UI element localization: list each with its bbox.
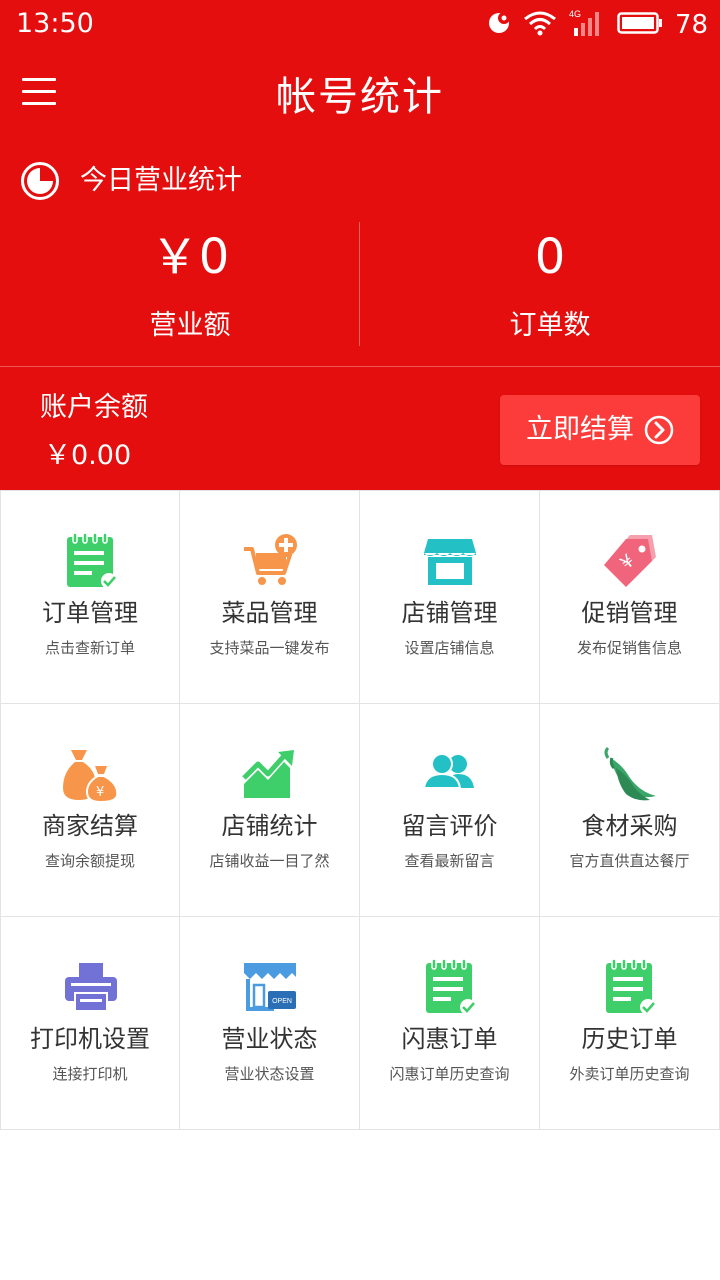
- grid-item-subtitle: 营业状态设置: [224, 1065, 315, 1083]
- revenue-label: 营业额: [149, 310, 231, 341]
- grid-item-title: 留言评价: [401, 812, 498, 840]
- users-icon: [422, 753, 474, 789]
- storefront-icon: [424, 539, 476, 585]
- grid-item-title: 打印机设置: [30, 1025, 150, 1053]
- printer-icon: [65, 963, 117, 1012]
- settle-button-label: 立即结算: [526, 414, 634, 445]
- grid-item-title: 订单管理: [42, 599, 138, 627]
- grid-item-subtitle: 设置店铺信息: [404, 639, 495, 657]
- shop-open-icon: OPEN: [244, 963, 296, 1011]
- grid-item-title: 历史订单: [581, 1025, 678, 1053]
- revenue-value: ￥0: [150, 229, 230, 285]
- grid-item-subtitle: 发布促销售信息: [576, 639, 682, 657]
- grid-item-title: 商家结算: [42, 812, 138, 840]
- grid-item-subtitle: 闪惠订单历史查询: [389, 1065, 510, 1083]
- grid-item-merchant-settlement[interactable]: ¥ 商家结算 查询余额提现: [0, 704, 180, 917]
- today-stats-label: 今日营业统计: [80, 165, 242, 196]
- grid-item-subtitle: 外卖订单历史查询: [569, 1065, 690, 1083]
- grid-item-flash-orders[interactable]: 闪惠订单 闪惠订单历史查询: [360, 917, 540, 1130]
- today-stats-heading: 今日营业统计: [20, 158, 242, 204]
- order-list-icon: [426, 958, 476, 1015]
- grid-item-subtitle: 连接打印机: [52, 1065, 128, 1083]
- stat-divider: [359, 222, 360, 346]
- grid-item-title: 营业状态: [221, 1025, 318, 1053]
- signal-icon: 4G: [569, 8, 605, 42]
- grid-item-title: 店铺统计: [221, 812, 318, 840]
- section-divider: [0, 366, 720, 367]
- grid-item-title: 食材采购: [581, 812, 678, 840]
- order-list-icon: [67, 532, 117, 589]
- grid-item-title: 闪惠订单: [401, 1025, 498, 1053]
- orders-label: 订单数: [509, 310, 591, 341]
- network-type-label: 4G: [569, 9, 581, 19]
- orders-value: 0: [534, 229, 566, 285]
- grid-item-subtitle: 店铺收益一目了然: [209, 852, 330, 870]
- function-grid: 订单管理 点击查新订单 菜品管理 支持菜品一键发布 店铺管理 设置店铺信息 ¥ …: [0, 490, 720, 1130]
- settle-now-button[interactable]: 立即结算: [500, 395, 700, 465]
- svg-text:¥: ¥: [96, 785, 104, 800]
- grid-item-subtitle: 支持菜品一键发布: [209, 639, 330, 657]
- grid-item-shop-management[interactable]: 店铺管理 设置店铺信息: [360, 491, 540, 704]
- grid-item-history-orders[interactable]: 历史订单 外卖订单历史查询: [540, 917, 720, 1130]
- grid-item-business-status[interactable]: OPEN 营业状态 营业状态设置: [180, 917, 360, 1130]
- page-title: 帐号统计: [276, 74, 444, 120]
- grid-item-printer-settings[interactable]: 打印机设置 连接打印机: [0, 917, 180, 1130]
- do-not-disturb-icon: [487, 11, 511, 39]
- status-icons: 4G 78: [487, 6, 708, 44]
- money-bag-icon: ¥: [63, 750, 119, 804]
- balance-value: ￥0.00: [44, 440, 132, 471]
- trend-chart-icon: [242, 750, 294, 798]
- balance-label: 账户余额: [40, 392, 148, 423]
- app-header: 帐号统计: [0, 50, 720, 146]
- grid-item-order-management[interactable]: 订单管理 点击查新订单: [0, 491, 180, 704]
- pie-chart-icon: [21, 162, 59, 200]
- wifi-icon: [523, 10, 557, 40]
- grid-item-ingredient-purchase[interactable]: 食材采购 官方直供直达餐厅: [540, 704, 720, 917]
- cart-add-icon: [244, 534, 297, 585]
- status-bar: 13:50 4G 78: [0, 0, 720, 50]
- grid-item-promotion-management[interactable]: ¥ 促销管理 发布促销售信息: [540, 491, 720, 704]
- status-time: 13:50: [16, 8, 94, 39]
- grid-item-subtitle: 点击查新订单: [44, 639, 135, 657]
- orders-stat: 0 订单数: [370, 222, 720, 346]
- grid-item-title: 店铺管理: [401, 599, 498, 627]
- grid-item-subtitle: 查看最新留言: [404, 852, 495, 870]
- svg-text:OPEN: OPEN: [272, 998, 292, 1005]
- chili-pepper-icon: [604, 746, 656, 801]
- grid-item-title: 菜品管理: [221, 599, 318, 627]
- revenue-stat: ￥0 营业额: [10, 222, 370, 346]
- grid-item-shop-statistics[interactable]: 店铺统计 店铺收益一目了然: [180, 704, 360, 917]
- order-list-icon: [606, 958, 656, 1015]
- battery-icon: [617, 11, 663, 39]
- grid-item-subtitle: 查询余额提现: [44, 852, 135, 870]
- grid-item-dish-management[interactable]: 菜品管理 支持菜品一键发布: [180, 491, 360, 704]
- price-tag-icon: ¥: [604, 535, 656, 587]
- grid-item-subtitle: 官方直供直达餐厅: [569, 852, 690, 870]
- battery-level: 78: [674, 10, 708, 40]
- chevron-right-circle-icon: [644, 415, 674, 445]
- grid-item-title: 促销管理: [581, 599, 678, 627]
- grid-item-reviews[interactable]: 留言评价 查看最新留言: [360, 704, 540, 917]
